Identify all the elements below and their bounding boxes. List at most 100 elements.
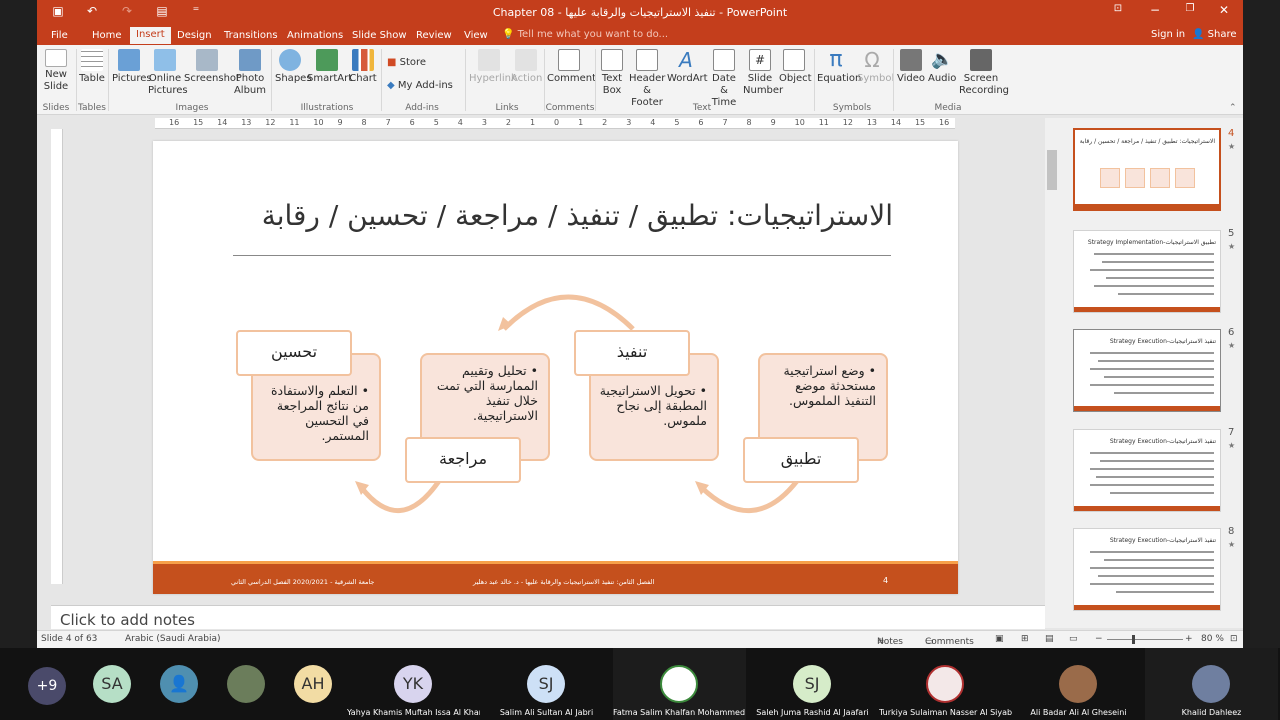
close-icon[interactable]: ✕	[1209, 3, 1239, 22]
slideshow-icon[interactable]: ▭	[1069, 634, 1078, 644]
tell-me-search[interactable]: 💡 Tell me what you want to do...	[502, 29, 668, 40]
reading-view-icon[interactable]: ▤	[1045, 634, 1054, 644]
participant-name: Fatma Salim Khalfan Mohammed Al...	[613, 708, 746, 717]
step-head-apply[interactable]: تطبيق	[743, 437, 859, 483]
date-time-button[interactable]: Date & Time	[707, 49, 741, 109]
action-button[interactable]: Action	[511, 49, 542, 85]
table-icon	[81, 49, 103, 71]
thumbnail-slide-5[interactable]: Strategy Implementation-تطبيق الاستراتيج…	[1073, 230, 1221, 313]
group-media-label: Media	[934, 103, 962, 113]
zoom-slider-thumb[interactable]	[1132, 635, 1135, 644]
audio-button[interactable]: 🔈 Audio	[928, 49, 956, 85]
minimize-icon[interactable]: −	[1140, 3, 1170, 22]
avatar	[926, 665, 964, 703]
ruler-tick-label: 3	[626, 118, 632, 127]
ribbon-display-icon[interactable]: ⊡	[1103, 3, 1133, 22]
new-slide-button[interactable]: New Slide	[39, 49, 73, 93]
arrow-top	[498, 294, 635, 331]
participant-tile[interactable]: Turkiya Sulaiman Nasser Al Siyabi	[879, 648, 1012, 720]
chart-button[interactable]: Chart	[349, 49, 377, 85]
ruler-tick-label: 10	[794, 118, 805, 127]
thumbnail-slide-4[interactable]: الاستراتيجيات: تطبيق / تنفيذ / مراجعة / …	[1073, 128, 1221, 211]
tab-view[interactable]: View	[458, 28, 494, 45]
text-box-button[interactable]: Text Box	[599, 49, 625, 97]
smartart-button[interactable]: SmartArt	[307, 49, 352, 85]
tab-slide-show[interactable]: Slide Show	[346, 28, 413, 45]
screen-recording-label: Screen Recording	[959, 73, 1010, 96]
video-icon	[900, 49, 922, 71]
language-indicator[interactable]: Arabic (Saudi Arabia)	[125, 634, 221, 644]
share-button[interactable]: 👤 Share	[1192, 29, 1237, 40]
audio-label: Audio	[928, 73, 957, 84]
header-footer-button[interactable]: Header & Footer	[629, 49, 665, 109]
online-pictures-button[interactable]: Online Pictures	[148, 49, 188, 97]
step-head-execute[interactable]: تنفيذ	[574, 330, 690, 376]
participant-tile[interactable]: SJ Saleh Juma Rashid Al Jaafari	[746, 648, 879, 720]
participant-tile[interactable]: Fatma Salim Khalfan Mohammed Al...	[613, 648, 746, 720]
notes-placeholder: Click to add notes	[60, 611, 195, 629]
thumbnail-slide-7[interactable]: Strategy Execution-تنفيذ الاستراتيجيات	[1073, 429, 1221, 512]
fit-slide-icon[interactable]: ⊡	[1230, 634, 1238, 644]
table-button[interactable]: Table	[79, 49, 105, 85]
zoom-in-icon[interactable]: +	[1185, 634, 1193, 644]
scroll-thumb[interactable]	[1047, 150, 1057, 190]
my-addins-button[interactable]: ◆ My Add-ins	[387, 80, 453, 91]
comment-label: Comment	[547, 73, 596, 84]
zoom-slider[interactable]	[1107, 639, 1183, 640]
wordart-button[interactable]: A WordArt	[667, 49, 708, 85]
participant-tile[interactable]: SJ Salim Ali Sultan Al Jabri	[480, 648, 613, 720]
tab-transitions[interactable]: Transitions	[218, 28, 284, 45]
pictures-label: Pictures	[112, 73, 152, 84]
group-comments-label: Comments	[545, 103, 595, 113]
object-button[interactable]: Object	[779, 49, 812, 85]
comment-button[interactable]: Comment	[547, 49, 596, 85]
slide-number-button[interactable]: # Slide Number	[743, 49, 783, 97]
restore-icon[interactable]: ❐	[1175, 3, 1205, 22]
tell-me-text: Tell me what you want to do...	[517, 29, 669, 40]
object-icon	[783, 49, 805, 71]
screenshot-button[interactable]: Screenshot	[184, 49, 240, 85]
text-box-label: Text Box	[601, 73, 623, 96]
arrow-bottom-left	[355, 479, 442, 514]
step-head-review[interactable]: مراجعة	[405, 437, 521, 483]
zoom-level[interactable]: 80 %	[1201, 634, 1224, 644]
notes-pane[interactable]: Click to add notes	[51, 605, 1045, 629]
zoom-out-icon[interactable]: −	[1095, 634, 1103, 644]
video-button[interactable]: Video	[897, 49, 925, 85]
slide-title[interactable]: الاستراتيجيات: تطبيق / تنفيذ / مراجعة / …	[233, 199, 893, 232]
tab-review[interactable]: Review	[410, 28, 458, 45]
slide-canvas[interactable]: الاستراتيجيات: تطبيق / تنفيذ / مراجعة / …	[153, 141, 958, 594]
symbol-button[interactable]: Ω Symbol	[857, 49, 894, 85]
step-head-improve[interactable]: تحسين	[236, 330, 352, 376]
notes-label: Notes	[877, 637, 903, 647]
tab-design[interactable]: Design	[171, 28, 218, 45]
participant-tile[interactable]: Ali Badar Ali Al Gheseini	[1012, 648, 1145, 720]
participant-tile[interactable]: YK Yahya Khamis Muftah Issa Al Kharusi	[347, 648, 480, 720]
text-box-icon	[601, 49, 623, 71]
more-participants-button[interactable]: +9	[28, 667, 66, 705]
thumbnail-slide-8[interactable]: Strategy Execution-تنفيذ الاستراتيجيات	[1073, 528, 1221, 611]
normal-view-icon[interactable]: ▣	[995, 634, 1004, 644]
tab-home[interactable]: Home	[86, 28, 128, 45]
vertical-scrollbar[interactable]	[1045, 118, 1059, 628]
thumbnail-slide-6[interactable]: Strategy Execution-تنفيذ الاستراتيجيات	[1073, 329, 1221, 412]
avatar: SA	[93, 665, 131, 703]
avatar	[1059, 665, 1097, 703]
tab-animations[interactable]: Animations	[281, 28, 349, 45]
equation-button[interactable]: π Equation	[817, 49, 861, 85]
tab-insert[interactable]: Insert	[130, 27, 171, 44]
store-button[interactable]: ■ Store	[387, 57, 426, 68]
hyperlink-button[interactable]: Hyperlink	[469, 49, 517, 85]
screen-recording-button[interactable]: Screen Recording	[959, 49, 1009, 97]
slide-sorter-icon[interactable]: ⊞	[1021, 634, 1029, 644]
ruler-tick-label: 15	[193, 118, 204, 127]
pictures-button[interactable]: Pictures	[112, 49, 152, 85]
collapse-ribbon-icon[interactable]: ⌃	[1229, 103, 1237, 113]
photo-album-button[interactable]: Photo Album	[232, 49, 268, 97]
tab-file[interactable]: File	[45, 28, 74, 45]
calendar-icon	[713, 49, 735, 71]
ruler-tick-label: 1	[578, 118, 584, 127]
sign-in-link[interactable]: Sign in	[1151, 29, 1185, 40]
shapes-button[interactable]: Shapes	[275, 49, 312, 85]
participant-tile[interactable]: Khalid Dahleez	[1145, 648, 1278, 720]
